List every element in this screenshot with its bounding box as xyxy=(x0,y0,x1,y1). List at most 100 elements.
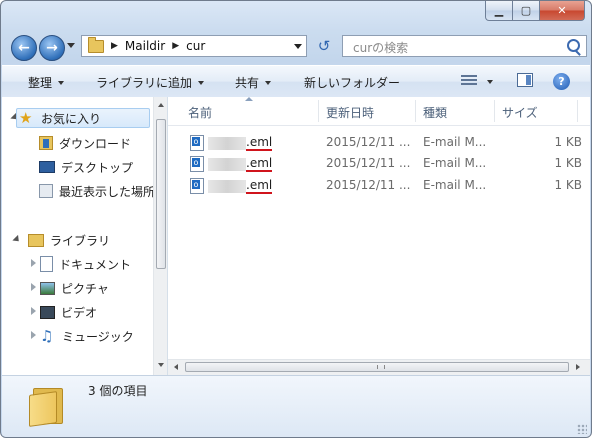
redacted-filename xyxy=(208,180,246,193)
address-bar[interactable]: ▶ Maildir ▶ cur xyxy=(81,35,307,57)
share-with-button[interactable]: 共有 xyxy=(235,74,272,91)
organize-button[interactable]: 整理 xyxy=(28,74,65,91)
expand-pictures-icon[interactable] xyxy=(31,283,36,291)
search-icon xyxy=(567,39,580,52)
recent-pages-dropdown-icon[interactable] xyxy=(67,43,75,48)
navigation-pane: ★ お気に入り ダウンロード デスクトップ 最近表示した場所 ライブラリ ドキュ… xyxy=(2,97,168,375)
close-button[interactable]: ✕ xyxy=(540,1,585,21)
file-type: E-mail M... xyxy=(423,178,487,192)
redacted-filename xyxy=(208,158,246,171)
nav-pictures[interactable]: ピクチャ xyxy=(40,278,109,298)
navigation-bar: ← → ▶ Maildir ▶ cur ↺ curの検索 xyxy=(9,33,587,61)
navigation-pane-scrollbar[interactable] xyxy=(153,97,167,375)
minimize-button[interactable]: ▁ xyxy=(485,1,513,21)
nav-documents[interactable]: ドキュメント xyxy=(40,254,131,274)
expand-music-icon[interactable] xyxy=(31,331,36,339)
file-size: 1 KB xyxy=(554,156,582,170)
maximize-button[interactable]: ▢ xyxy=(513,1,540,21)
column-divider[interactable] xyxy=(415,100,416,122)
forward-button[interactable]: → xyxy=(39,35,65,61)
nav-videos[interactable]: ビデオ xyxy=(40,302,97,322)
downloads-icon xyxy=(39,136,53,150)
sort-ascending-icon xyxy=(245,97,253,101)
library-icon xyxy=(28,233,44,247)
file-size: 1 KB xyxy=(554,135,582,149)
column-divider[interactable] xyxy=(577,100,578,122)
breadcrumb-arrow-icon[interactable]: ▶ xyxy=(172,41,179,51)
scroll-up-icon[interactable] xyxy=(158,103,164,107)
column-size[interactable]: サイズ xyxy=(502,104,538,121)
search-placeholder: curの検索 xyxy=(353,41,409,55)
nav-recent-places-label: 最近表示した場所 xyxy=(59,184,156,199)
close-icon: ✕ xyxy=(557,4,567,17)
scroll-left-icon[interactable] xyxy=(174,364,178,370)
view-options-icon[interactable] xyxy=(461,75,477,87)
star-icon: ★ xyxy=(19,109,33,127)
nav-music[interactable]: ♫ ミュージック xyxy=(40,326,134,346)
breadcrumb-arrow-icon[interactable]: ▶ xyxy=(111,41,118,51)
folder-icon xyxy=(29,385,63,427)
file-date: 2015/12/11 ... xyxy=(326,135,411,149)
desktop-icon xyxy=(39,161,55,173)
nav-favorites[interactable]: ★ お気に入り xyxy=(16,108,150,128)
file-extension: .eml xyxy=(246,178,273,194)
details-pane: 3 個の項目 xyxy=(2,375,590,437)
expand-libraries-icon[interactable] xyxy=(12,234,22,245)
expand-videos-icon[interactable] xyxy=(31,307,36,315)
nav-music-label: ミュージック xyxy=(62,329,134,344)
nav-videos-label: ビデオ xyxy=(61,305,98,320)
nav-documents-label: ドキュメント xyxy=(59,257,132,272)
file-row[interactable]: .eml 2015/12/11 ... E-mail M... 1 KB xyxy=(168,175,590,197)
expand-documents-icon[interactable] xyxy=(31,259,36,267)
breadcrumb-cur[interactable]: cur xyxy=(186,39,205,53)
scrollbar-thumb[interactable] xyxy=(156,119,166,269)
explorer-window: ▁ ▢ ✕ ← → ▶ Maildir ▶ cur ↺ curの検索 整理 ライ… xyxy=(0,0,592,438)
address-dropdown-icon[interactable] xyxy=(294,44,302,49)
videos-icon xyxy=(40,305,55,319)
refresh-button[interactable]: ↺ xyxy=(312,35,336,57)
outlook-email-icon xyxy=(190,135,204,151)
nav-downloads-label: ダウンロード xyxy=(59,136,132,151)
file-row[interactable]: .eml 2015/12/11 ... E-mail M... 1 KB xyxy=(168,153,590,175)
nav-recent-places[interactable]: 最近表示した場所 xyxy=(39,181,155,201)
scrollbar-grip-icon xyxy=(377,365,385,369)
file-row[interactable]: .eml 2015/12/11 ... E-mail M... 1 KB xyxy=(168,132,590,154)
view-dropdown-icon[interactable] xyxy=(487,80,493,84)
item-count: 3 個の項目 xyxy=(88,384,148,398)
minimize-icon: ▁ xyxy=(494,4,504,17)
preview-pane-icon[interactable] xyxy=(517,73,533,87)
nav-desktop[interactable]: デスクトップ xyxy=(39,157,133,177)
column-date-modified[interactable]: 更新日時 xyxy=(326,104,374,121)
file-extension: .eml xyxy=(246,156,273,172)
column-type[interactable]: 種類 xyxy=(423,104,447,121)
column-header: 名前 更新日時 種類 サイズ xyxy=(168,97,590,126)
maximize-icon: ▢ xyxy=(520,4,532,17)
file-type: E-mail M... xyxy=(423,156,487,170)
back-arrow-icon: ← xyxy=(18,40,30,56)
file-list: 名前 更新日時 種類 サイズ .eml 2015/12/11 ... E-mai… xyxy=(168,97,590,375)
column-divider[interactable] xyxy=(318,100,319,122)
help-icon[interactable]: ? xyxy=(553,73,570,90)
outlook-email-icon xyxy=(190,178,204,194)
file-size: 1 KB xyxy=(554,178,582,192)
file-extension: .eml xyxy=(246,135,273,151)
column-name[interactable]: 名前 xyxy=(188,104,212,121)
back-button[interactable]: ← xyxy=(11,35,37,61)
scroll-right-icon[interactable] xyxy=(576,364,580,370)
nav-libraries[interactable]: ライブラリ xyxy=(28,230,110,250)
command-bar: 整理 ライブラリに追加 共有 新しいフォルダー ? xyxy=(2,65,590,98)
horizontal-scrollbar[interactable] xyxy=(168,359,590,375)
new-folder-button[interactable]: 新しいフォルダー xyxy=(304,74,400,91)
breadcrumb-maildir[interactable]: Maildir xyxy=(125,39,165,53)
scroll-down-icon[interactable] xyxy=(158,363,164,367)
include-in-library-button[interactable]: ライブラリに追加 xyxy=(96,74,205,91)
file-date: 2015/12/11 ... xyxy=(326,178,411,192)
scrollbar-thumb[interactable] xyxy=(185,362,569,372)
column-divider[interactable] xyxy=(494,100,495,122)
forward-arrow-icon: → xyxy=(46,40,58,56)
nav-downloads[interactable]: ダウンロード xyxy=(39,133,131,153)
search-box[interactable]: curの検索 xyxy=(342,35,587,57)
nav-pictures-label: ピクチャ xyxy=(61,281,109,296)
resize-grip-icon[interactable] xyxy=(577,424,587,434)
recent-places-icon xyxy=(39,184,53,198)
